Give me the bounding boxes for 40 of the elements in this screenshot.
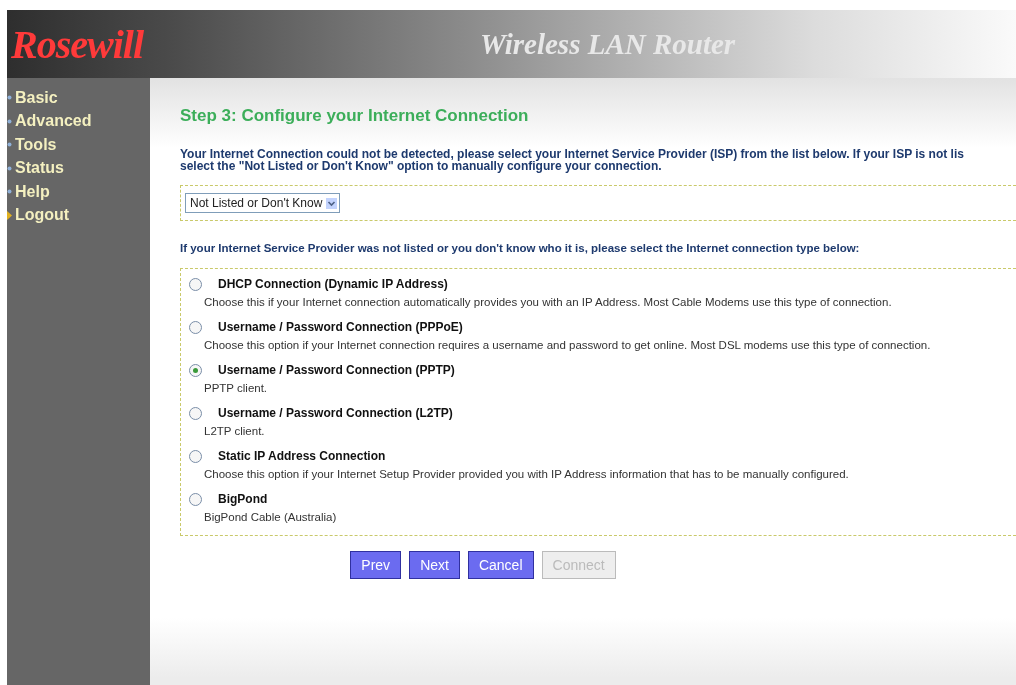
option-description: Choose this option if your Internet connection requires a username and password to get online. Most DSL modems use this type of connection. bbox=[204, 339, 932, 351]
option-label: Username / Password Connection (PPTP) bbox=[218, 363, 455, 377]
nav-link[interactable]: Status bbox=[7, 156, 150, 180]
bullet-icon bbox=[7, 142, 12, 148]
page-heading: Step 3: Configure your Internet Connection bbox=[180, 106, 530, 126]
radio-button[interactable] bbox=[189, 406, 202, 420]
option-label: Static IP Address Connection bbox=[218, 449, 386, 463]
arrow-icon bbox=[7, 210, 12, 220]
radio-button[interactable] bbox=[189, 492, 202, 506]
option-label: BigPond bbox=[218, 492, 268, 506]
radio-button[interactable] bbox=[189, 320, 202, 334]
nav-link[interactable]: Advanced bbox=[7, 109, 150, 133]
option-description: PPTP client. bbox=[204, 382, 269, 394]
option-label: DHCP Connection (Dynamic IP Address) bbox=[218, 277, 448, 291]
option-label: Username / Password Connection (PPPoE) bbox=[218, 320, 463, 334]
wizard-button[interactable]: Prev bbox=[350, 551, 402, 579]
option-description: Choose this if your Internet connection automatically provides you with an IP Address. Most Cable Modems use this type of connection. bbox=[204, 296, 893, 308]
bullet-icon bbox=[7, 189, 12, 195]
intro-text: select the "Not Listed or Don't Know" option to manually configure your connection. bbox=[180, 160, 663, 172]
option-label: Username / Password Connection (L2TP) bbox=[218, 406, 453, 420]
intro-text: Your Internet Connection could not be detected, please select your Internet Service Provider (ISP) from the list below. If your ISP is not lis bbox=[180, 148, 965, 160]
option-description: L2TP client. bbox=[204, 425, 266, 437]
caret-icon bbox=[326, 197, 338, 209]
bullet-icon bbox=[7, 165, 12, 171]
wizard-button[interactable]: Next bbox=[409, 551, 460, 579]
nav-link[interactable]: Basic bbox=[7, 86, 150, 110]
logo: Rosewill bbox=[10, 20, 145, 68]
radio-button[interactable] bbox=[189, 277, 202, 291]
wizard-button[interactable]: Cancel bbox=[467, 551, 534, 579]
bullet-icon bbox=[7, 95, 12, 101]
isp-dropdown[interactable]: Not Listed or Don't Know bbox=[185, 193, 341, 213]
nav-link[interactable]: Logout bbox=[7, 203, 150, 227]
radio-button[interactable] bbox=[189, 363, 202, 377]
nav-link[interactable]: Tools bbox=[7, 133, 150, 157]
option-description: BigPond Cable (Australia) bbox=[204, 511, 338, 523]
radio-button[interactable] bbox=[189, 449, 202, 463]
option-description: Choose this option if your Internet Setup Provider provided you with IP Address information that has to be manually configured. bbox=[204, 468, 850, 480]
nav-link[interactable]: Help bbox=[7, 180, 150, 204]
connection-type-prompt: If your Internet Service Provider was not listed or you don't know who it is, please select the Internet connection type below: bbox=[180, 242, 861, 254]
bullet-icon bbox=[7, 118, 12, 124]
